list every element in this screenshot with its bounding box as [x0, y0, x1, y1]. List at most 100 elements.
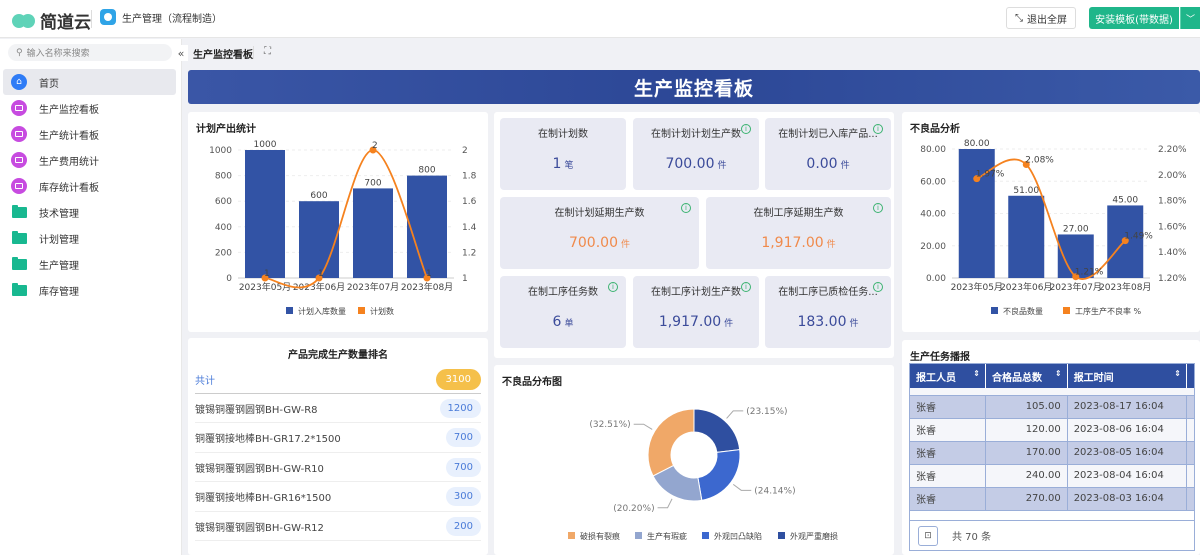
x-tick-label: 2023年05月	[951, 281, 1003, 293]
y2-tick-label: 1	[462, 274, 468, 284]
sidebar-item[interactable]: 技术管理	[3, 199, 176, 225]
stat-unit: 笔	[564, 161, 574, 171]
sidebar-item-label: 生产管理	[39, 260, 79, 272]
table-cell: 2023-08-05 16:04	[1067, 441, 1187, 465]
table-row[interactable]: 张睿 120.00 2023-08-06 16:04	[910, 418, 1194, 442]
bar[interactable]	[245, 150, 285, 278]
folder-icon	[11, 204, 27, 220]
legend-label[interactable]: 工序生产不良率 %	[1075, 306, 1142, 316]
bar-label: 27.00	[1063, 224, 1089, 234]
y2-tick-label: 2.00%	[1158, 171, 1187, 181]
info-icon[interactable]: i	[873, 124, 883, 134]
legend-label[interactable]: 计划入库数量	[298, 306, 346, 316]
stat-unit: 件	[849, 319, 859, 329]
pie-slice[interactable]	[693, 408, 741, 453]
info-icon[interactable]: i	[741, 282, 751, 292]
info-icon[interactable]: i	[608, 282, 618, 292]
plan-output-card: 计划产出统计 0 200 400 600 800 1000 1 1.2 1.4 1.6 1.8 2 10…	[188, 112, 488, 332]
pie-slice[interactable]	[697, 449, 741, 501]
x-tick-label: 2023年08月	[401, 281, 453, 293]
ranking-row: 镀锡铜覆钢圆钢BH-GW-R8 1200	[195, 394, 481, 423]
task-table[interactable]: 报工人员 ⇕ 合格品总数 ⇕ 报工时间 ⇕ 张睿 105.00 2023-08-17 16:04…	[909, 363, 1195, 551]
sidebar-menu: ⌂ 首页 生产监控看板 生产统计看板 生产费用统计 库存统计看板 技术管理 计划管理生产管理库…	[3, 69, 176, 303]
legend-label[interactable]: 生产有瑕疵	[647, 531, 687, 541]
stat-value: 183.00 件	[765, 314, 891, 330]
bar[interactable]	[407, 175, 447, 278]
stat-card: 在制工序已质检任务... i 183.00 件	[765, 276, 891, 348]
quantity-badge: 700	[445, 457, 481, 477]
sort-icon[interactable]: ⇕	[1174, 369, 1181, 378]
point-label: 1	[318, 269, 324, 279]
legend-label[interactable]: 外观凹凸缺陷	[714, 531, 762, 541]
stat-card: 在制工序任务数 i 6 单	[500, 276, 626, 348]
stat-label: 在制工序延期生产数	[753, 208, 844, 219]
stat-card: 在制工序计划生产数 i 1,917.00 件	[633, 276, 759, 348]
dashboard-icon	[11, 178, 27, 194]
x-tick-label: 2023年07月	[347, 281, 399, 293]
column-header[interactable]: 报工时间 ⇕	[1067, 364, 1187, 388]
search-input[interactable]: ⚲ 输入名称来搜索	[8, 44, 172, 61]
legend-label[interactable]: 计划数	[370, 306, 394, 316]
info-icon[interactable]: i	[741, 124, 751, 134]
exit-fullscreen-button[interactable]: ⤡ 退出全屏	[1006, 7, 1076, 29]
y-tick-label: 20.00	[920, 242, 946, 252]
stat-card: 在制计划计划生产数 i 700.00 件	[633, 118, 759, 190]
sidebar-item[interactable]: 生产费用统计	[3, 147, 176, 173]
column-label: 合格品总数	[992, 372, 1042, 384]
sidebar-item[interactable]: 生产监控看板	[3, 95, 176, 121]
quantity-badge: 300	[445, 487, 481, 506]
sort-icon[interactable]: ⇕	[1055, 369, 1062, 378]
info-icon[interactable]: i	[681, 203, 691, 213]
info-icon[interactable]: i	[873, 203, 883, 213]
stat-card: 在制计划数 1 笔	[500, 118, 626, 190]
table-row[interactable]: 张睿 170.00 2023-08-05 16:04	[910, 441, 1194, 465]
brand-logo[interactable]: 简道云	[12, 8, 91, 33]
table-row[interactable]: 张睿 105.00 2023-08-17 16:04	[910, 395, 1194, 419]
sidebar-item[interactable]: ⌂ 首页	[3, 69, 176, 95]
total-badge: 3100	[435, 368, 481, 390]
page-size-button[interactable]: ⊡	[918, 525, 938, 546]
install-template-button[interactable]: 安装模板(带数据)	[1089, 7, 1179, 29]
line-series	[264, 149, 428, 289]
point-label: 2	[372, 141, 378, 151]
sidebar-item[interactable]: 生产管理	[3, 251, 176, 277]
table-row[interactable]: 张睿 240.00 2023-08-04 16:04	[910, 464, 1194, 488]
bar[interactable]	[958, 149, 995, 278]
defect-analysis-card: 不良品分析 0.00 20.00 40.00 60.00 80.00 1.20% 1.40%…	[902, 112, 1200, 332]
task-broadcast-card: 生产任务播报 报工人员 ⇕ 合格品总数 ⇕ 报工时间 ⇕ 张睿 105.00 2023-08-1…	[902, 340, 1200, 555]
sidebar-item[interactable]: 库存统计看板	[3, 173, 176, 199]
sort-icon[interactable]: ⇕	[973, 369, 980, 378]
sidebar-item[interactable]: 库存管理	[3, 277, 176, 303]
product-name: 铜覆钢接地棒BH-GR16*1500	[195, 493, 332, 504]
column-header[interactable]: 合格品总数 ⇕	[985, 364, 1068, 388]
fullscreen-icon[interactable]: ⛶	[264, 46, 271, 57]
home-icon: ⌂	[11, 74, 27, 90]
info-icon[interactable]: i	[873, 282, 883, 292]
bar[interactable]	[1008, 195, 1045, 278]
sidebar-item[interactable]: 计划管理	[3, 225, 176, 251]
table-cell: 张睿	[910, 418, 986, 442]
sidebar-item[interactable]: 生产统计看板	[3, 121, 176, 147]
y2-tick-label: 1.80%	[1158, 197, 1187, 207]
legend-swatch	[286, 307, 293, 314]
slice-label: (23.15%)	[746, 407, 787, 417]
bar[interactable]	[353, 188, 393, 278]
table-row[interactable]: 张睿 270.00 2023-08-03 16:04	[910, 487, 1194, 511]
card-title: 生产任务播报	[910, 352, 970, 363]
install-dropdown-button[interactable]: ﹀	[1180, 7, 1200, 29]
x-tick-label: 2023年08月	[1099, 281, 1151, 293]
tab-title[interactable]: 生产监控看板	[193, 46, 253, 61]
stat-unit: 件	[717, 161, 727, 171]
legend-label[interactable]: 不良品数量	[1003, 306, 1043, 316]
pie-slice[interactable]	[647, 408, 695, 477]
bar[interactable]	[299, 201, 339, 278]
legend-label[interactable]: 外观严重磨损	[790, 531, 838, 541]
quantity-badge: 700	[445, 428, 481, 447]
column-header[interactable]: 报工人员 ⇕	[910, 364, 986, 388]
collapse-sidebar-button[interactable]: «	[174, 45, 188, 61]
label-leader	[732, 483, 752, 491]
stat-unit: 件	[840, 161, 850, 171]
legend-label[interactable]: 破损有裂痕	[580, 531, 620, 541]
stat-value: 1笔	[500, 156, 626, 172]
table-cell: 2023-08-03 16:04	[1067, 487, 1187, 511]
